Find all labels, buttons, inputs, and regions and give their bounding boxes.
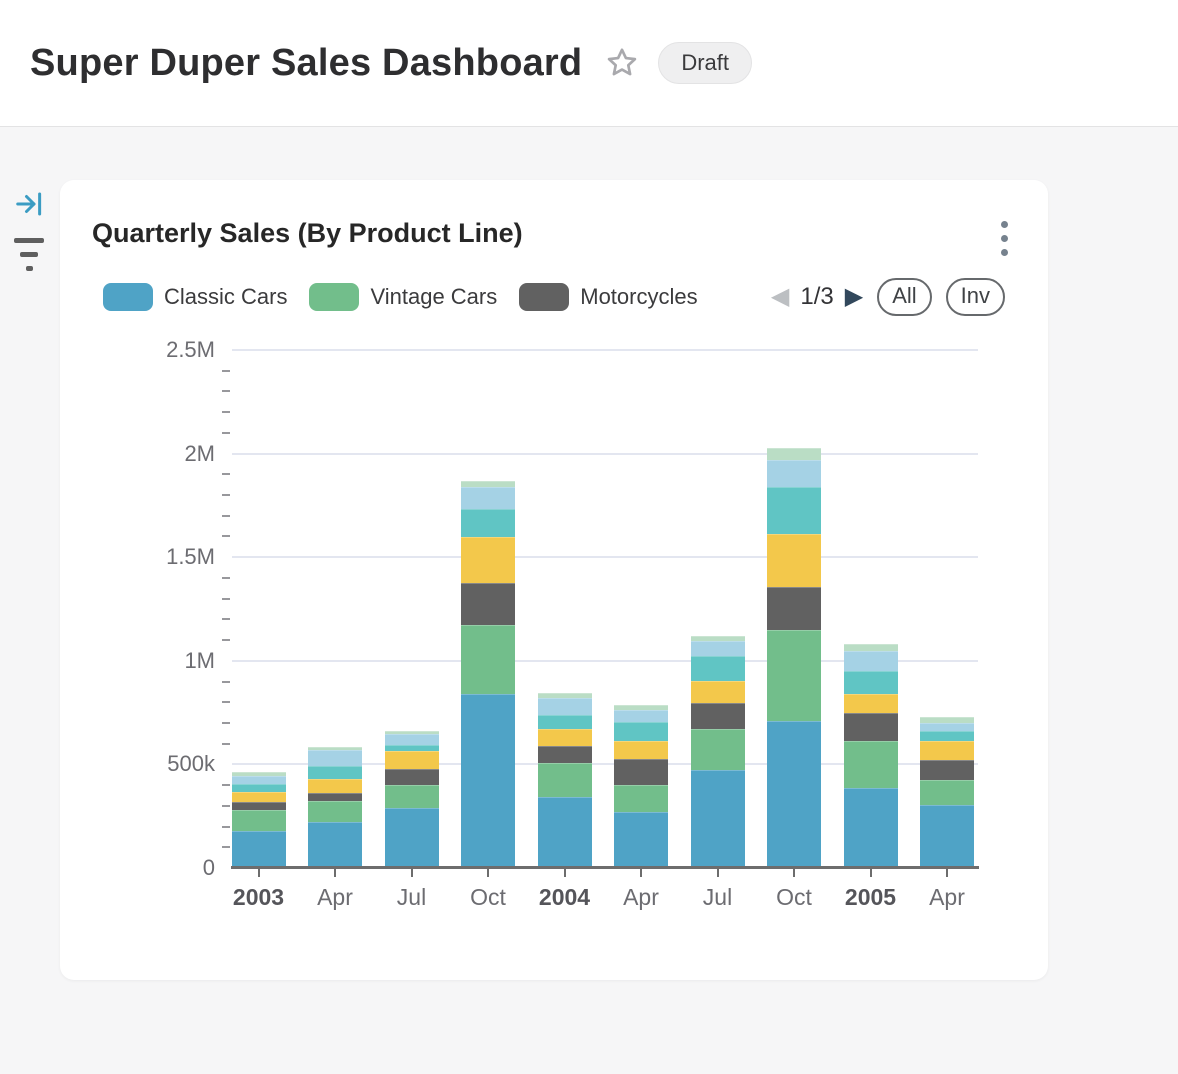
kebab-dot [1001, 249, 1008, 256]
status-badge: Draft [658, 42, 752, 84]
x-tick-label: 2003 [220, 884, 298, 911]
collapse-panel-icon[interactable] [14, 189, 44, 224]
y-minor-tick [222, 515, 230, 517]
kebab-dot [1001, 235, 1008, 242]
y-minor-tick [222, 701, 230, 703]
y-minor-tick [222, 473, 230, 475]
legend-item-vintage-cars[interactable]: Vintage Cars [309, 283, 497, 311]
select-all-button[interactable]: All [877, 278, 931, 316]
legend-swatch [309, 283, 359, 311]
y-minor-tick [222, 535, 230, 537]
x-tick [258, 869, 260, 877]
y-minor-tick [222, 639, 230, 641]
y-minor-tick [222, 494, 230, 496]
favorite-star-icon[interactable] [604, 45, 640, 81]
y-tick-label: 2M [92, 441, 215, 467]
y-minor-tick [222, 577, 230, 579]
x-tick [793, 869, 795, 877]
y-tick-label: 1M [92, 648, 215, 674]
y-minor-tick [222, 722, 230, 724]
y-minor-tick [222, 411, 230, 413]
x-tick [411, 869, 413, 877]
legend-item-classic-cars[interactable]: Classic Cars [103, 283, 287, 311]
chart-title: Quarterly Sales (By Product Line) [92, 218, 523, 249]
x-tick-label: 2005 [832, 884, 910, 911]
y-minor-tick [222, 805, 230, 807]
legend-row: Classic Cars Vintage Cars Motorcycles ◀ 1/… [60, 276, 1048, 318]
x-tick [946, 869, 948, 877]
filter-icon[interactable] [13, 238, 45, 276]
chart: 2.5M2M1.5M1M500k0 2003AprJulOct2004AprJu… [92, 350, 1022, 950]
legend-label: Vintage Cars [370, 284, 497, 310]
legend-next-icon[interactable]: ▶ [845, 285, 863, 309]
y-minor-tick [222, 681, 230, 683]
legend-swatch [519, 283, 569, 311]
x-tick-label: Oct [755, 884, 833, 911]
x-tick-label: Apr [908, 884, 986, 911]
x-tick [717, 869, 719, 877]
invert-selection-button[interactable]: Inv [946, 278, 1005, 316]
y-minor-tick [222, 390, 230, 392]
x-tick-label: Jul [373, 884, 451, 911]
y-tick-label: 0 [92, 855, 215, 881]
x-tick-label: Apr [602, 884, 680, 911]
x-tick-label: Oct [449, 884, 527, 911]
filter-bar [14, 238, 44, 243]
y-minor-tick [222, 784, 230, 786]
y-tick-label: 1.5M [92, 544, 215, 570]
y-minor-tick [222, 826, 230, 828]
legend-page-indicator: 1/3 [800, 283, 833, 311]
x-axis: 2003AprJulOct2004AprJulOct2005Apr [232, 350, 976, 950]
y-tick-label: 500k [92, 751, 215, 777]
legend-label: Classic Cars [164, 284, 287, 310]
y-minor-tick [222, 618, 230, 620]
y-axis: 2.5M2M1.5M1M500k0 [92, 350, 232, 868]
y-minor-tick [222, 846, 230, 848]
legend-prev-icon[interactable]: ◀ [771, 285, 789, 309]
app-header: Super Duper Sales Dashboard Draft [0, 0, 1178, 127]
kebab-menu-icon[interactable] [989, 216, 1019, 260]
y-minor-tick [222, 743, 230, 745]
x-tick [334, 869, 336, 877]
x-tick-label: Jul [679, 884, 757, 911]
x-tick-label: Apr [296, 884, 374, 911]
x-tick [487, 869, 489, 877]
filter-bar [26, 266, 33, 271]
x-tick [640, 869, 642, 877]
y-minor-tick [222, 598, 230, 600]
y-minor-tick [222, 370, 230, 372]
legend-label: Motorcycles [580, 284, 697, 310]
legend-item-motorcycles[interactable]: Motorcycles [519, 283, 697, 311]
legend-pager: ◀ 1/3 ▶ [771, 283, 863, 311]
kebab-dot [1001, 221, 1008, 228]
legend-swatch [103, 283, 153, 311]
page-title: Super Duper Sales Dashboard [30, 42, 582, 85]
x-tick [564, 869, 566, 877]
x-tick [870, 869, 872, 877]
chart-card: Quarterly Sales (By Product Line) Classi… [60, 180, 1048, 980]
y-minor-tick [222, 432, 230, 434]
x-tick-label: 2004 [526, 884, 604, 911]
filter-bar [20, 252, 38, 257]
y-tick-label: 2.5M [92, 337, 215, 363]
